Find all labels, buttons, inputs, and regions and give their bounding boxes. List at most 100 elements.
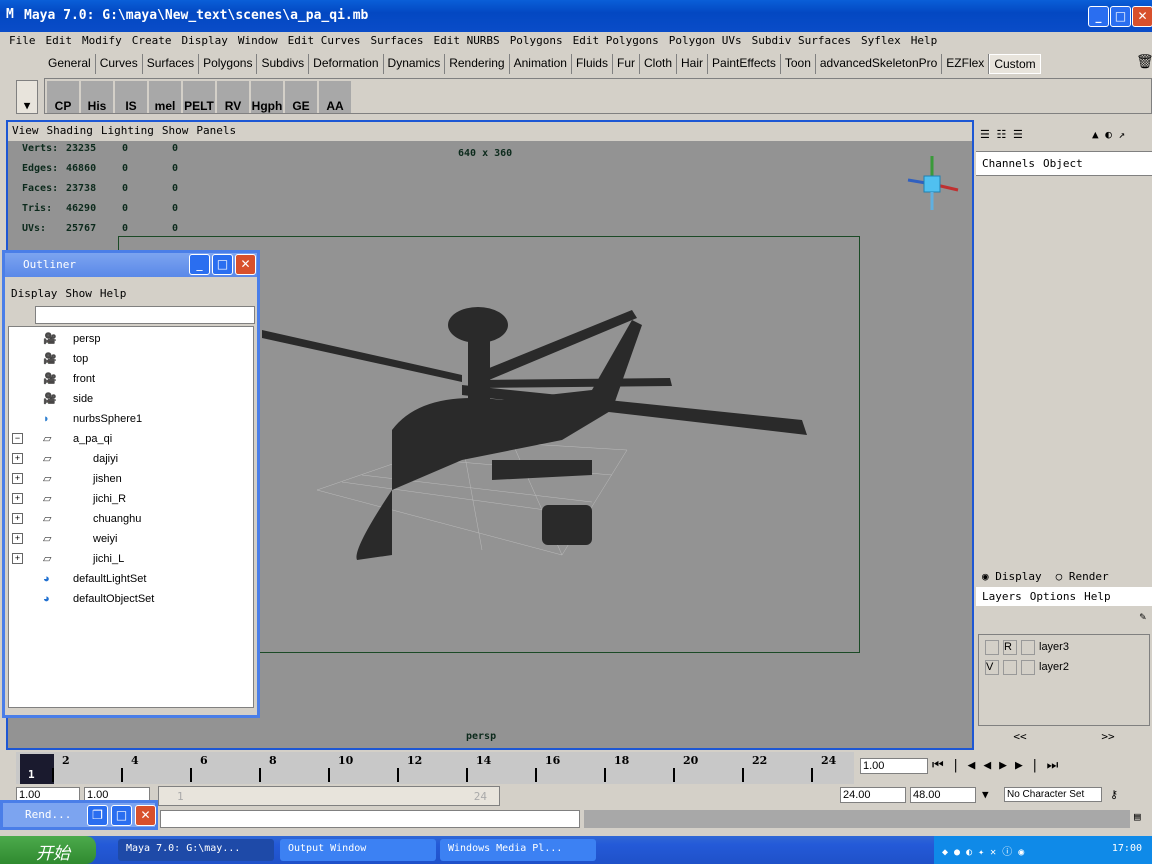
outliner-close-button[interactable]: ✕: [235, 254, 256, 275]
outliner-item[interactable]: + ▱ jishen: [9, 469, 249, 489]
layer-name[interactable]: layer2: [1039, 661, 1069, 673]
tab-animation[interactable]: Animation: [510, 54, 572, 74]
tab-painteffects[interactable]: PaintEffects: [708, 54, 781, 74]
tab-polygons[interactable]: Polygons: [199, 54, 258, 74]
minimize-button[interactable]: _: [1088, 6, 1109, 27]
expand-toggle-icon[interactable]: −: [12, 433, 23, 444]
tab-subdivs[interactable]: Subdivs: [257, 54, 310, 74]
layers-menu-options[interactable]: Options: [1030, 590, 1076, 603]
shelf-button-hgph[interactable]: Hgph: [251, 81, 283, 113]
trash-icon[interactable]: 🗑: [1136, 54, 1152, 70]
panel-menu-shading[interactable]: Shading: [47, 124, 93, 137]
shelf-button-ge[interactable]: GE: [285, 81, 317, 113]
shelf-button-mel[interactable]: mel: [149, 81, 181, 113]
menu-display[interactable]: Display: [182, 34, 228, 50]
menu-polygons[interactable]: Polygons: [510, 34, 563, 50]
menu-polygon-uvs[interactable]: Polygon UVs: [669, 34, 742, 50]
tray-icons[interactable]: ◆ ● ◐ ✦ ✕ ⓘ ◉: [942, 847, 1024, 858]
command-line-input[interactable]: [160, 810, 580, 828]
panel-menu-panels[interactable]: Panels: [196, 124, 236, 137]
render-close-button[interactable]: ✕: [135, 805, 156, 826]
outliner-item[interactable]: ◗ nurbsSphere1: [9, 409, 249, 429]
tab-cloth[interactable]: Cloth: [640, 54, 677, 74]
playback-controls[interactable]: ⏮|◀◀▶▶|⏭: [932, 758, 1066, 773]
task-maya[interactable]: Maya 7.0: G:\may...: [118, 839, 274, 861]
layer-next-button[interactable]: >>: [1101, 730, 1114, 743]
render-restore-button[interactable]: ❐: [87, 805, 108, 826]
render-maximize-button[interactable]: □: [111, 805, 132, 826]
outliner-item[interactable]: ◕ defaultLightSet: [9, 569, 249, 589]
character-set-dropdown-icon[interactable]: ▼: [982, 788, 989, 801]
shelf-button-cp[interactable]: CP: [47, 81, 79, 113]
panel-menu-view[interactable]: View: [12, 124, 39, 137]
time-slider[interactable]: 1 2 4 6 8 10 12 14 16 18 20 22 24: [16, 752, 854, 784]
view-cube-icon[interactable]: [900, 150, 966, 216]
expand-toggle-icon[interactable]: +: [12, 453, 23, 464]
layer-visibility-toggle[interactable]: [985, 639, 999, 655]
layers-menu-help[interactable]: Help: [1084, 590, 1111, 603]
menu-edit-polygons[interactable]: Edit Polygons: [573, 34, 659, 50]
layer-prev-button[interactable]: <<: [1013, 730, 1026, 743]
menu-edit-nurbs[interactable]: Edit NURBS: [433, 34, 499, 50]
close-button[interactable]: ✕: [1132, 6, 1152, 27]
anim-end-field[interactable]: 48.00: [910, 787, 976, 803]
menu-edit-curves[interactable]: Edit Curves: [288, 34, 361, 50]
channel-menu-channels[interactable]: Channels: [982, 157, 1035, 170]
outliner-item[interactable]: 🎥 top: [9, 349, 249, 369]
auto-key-icon[interactable]: ⚷: [1110, 788, 1118, 801]
outliner-item[interactable]: 🎥 side: [9, 389, 249, 409]
tab-curves[interactable]: Curves: [96, 54, 143, 74]
tab-fur[interactable]: Fur: [613, 54, 640, 74]
layer-row[interactable]: Vlayer2: [979, 657, 1149, 677]
outliner-item[interactable]: + ▱ jichi_R: [9, 489, 249, 509]
shelf-button-is[interactable]: IS: [115, 81, 147, 113]
character-set-field[interactable]: No Character Set: [1004, 787, 1102, 802]
outliner-maximize-button[interactable]: □: [212, 254, 233, 275]
layer-visibility-toggle[interactable]: V: [985, 659, 999, 675]
outliner-minimize-button[interactable]: _: [189, 254, 210, 275]
task-output-window[interactable]: Output Window: [280, 839, 436, 861]
menu-surfaces[interactable]: Surfaces: [370, 34, 423, 50]
panel-menu-lighting[interactable]: Lighting: [101, 124, 154, 137]
layer-name[interactable]: layer3: [1039, 641, 1069, 653]
layer-render-toggle[interactable]: [1003, 659, 1017, 675]
expand-toggle-icon[interactable]: +: [12, 493, 23, 504]
channel-menu-object[interactable]: Object: [1043, 157, 1083, 170]
outliner-item[interactable]: 🎥 front: [9, 369, 249, 389]
tab-deformation[interactable]: Deformation: [309, 54, 384, 74]
start-button[interactable]: 开始: [0, 836, 96, 864]
outliner-menu-display[interactable]: Display: [11, 287, 57, 300]
shelf-button-his[interactable]: His: [81, 81, 113, 113]
expand-toggle-icon[interactable]: +: [12, 513, 23, 524]
outliner-item[interactable]: + ▱ dajiyi: [9, 449, 249, 469]
menu-modify[interactable]: Modify: [82, 34, 122, 50]
end-time-field[interactable]: 24.00: [840, 787, 906, 803]
display-radio[interactable]: ◉ Display: [982, 570, 1042, 583]
script-editor-icon[interactable]: ▤: [1134, 810, 1141, 823]
channel-tool-icons[interactable]: ▲ ◐ ↗: [1092, 128, 1125, 141]
tab-toon[interactable]: Toon: [781, 54, 816, 74]
outliner-item[interactable]: 🎥 persp: [9, 329, 249, 349]
menu-file[interactable]: File: [9, 34, 36, 50]
shelf-button-pelt[interactable]: PELT: [183, 81, 215, 113]
tab-custom[interactable]: Custom: [989, 54, 1041, 74]
layer-row[interactable]: Rlayer3: [979, 637, 1149, 657]
outliner-menu-help[interactable]: Help: [100, 287, 127, 300]
outliner-item[interactable]: + ▱ jichi_L: [9, 549, 249, 569]
shelf-button-aa[interactable]: AA: [319, 81, 351, 113]
menu-subdiv-surfaces[interactable]: Subdiv Surfaces: [752, 34, 851, 50]
outliner-filter-input[interactable]: [35, 306, 255, 324]
channel-box-layout-icon[interactable]: ☰ ☷ ☰: [980, 128, 1023, 141]
outliner-item[interactable]: − ▱ a_pa_qi: [9, 429, 249, 449]
tab-general[interactable]: General: [44, 54, 96, 74]
task-media-player[interactable]: Windows Media Pl...: [440, 839, 596, 861]
layer-render-toggle[interactable]: R: [1003, 639, 1017, 655]
tab-advancedskeletonpro[interactable]: advancedSkeletonPro: [816, 54, 943, 74]
current-time-field[interactable]: 1.00: [860, 758, 928, 774]
menu-edit[interactable]: Edit: [46, 34, 73, 50]
menu-window[interactable]: Window: [238, 34, 278, 50]
menu-help[interactable]: Help: [911, 34, 938, 50]
current-frame-marker[interactable]: 1: [20, 754, 54, 784]
range-slider[interactable]: 1 24: [158, 786, 500, 806]
shelf-button-rv[interactable]: RV: [217, 81, 249, 113]
